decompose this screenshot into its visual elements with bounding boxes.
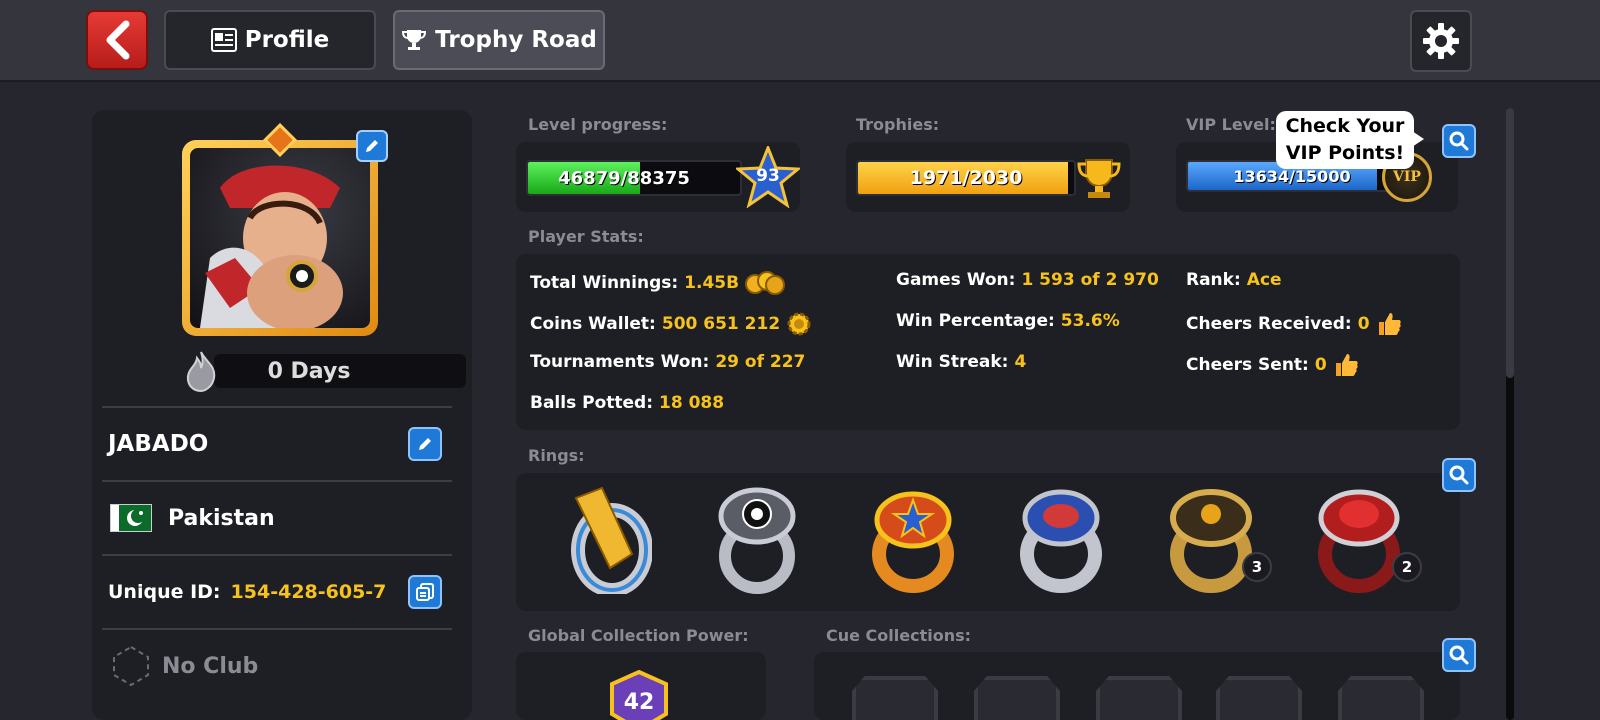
thumbs-up-icon	[1335, 354, 1358, 376]
avatar-image	[190, 148, 370, 328]
flame-icon	[186, 351, 216, 392]
player-stats-label: Player Stats:	[528, 227, 644, 246]
pencil-icon	[366, 140, 378, 152]
country-name: Pakistan	[168, 505, 275, 531]
settings-button[interactable]	[1410, 10, 1472, 72]
champions-ring-icon[interactable]	[1166, 484, 1256, 594]
trophies-bar: 1971/2030	[856, 160, 1076, 196]
avatar[interactable]	[182, 140, 378, 336]
ring-count-badge: 2	[1392, 552, 1422, 582]
username: JABADO	[108, 431, 209, 457]
magnifier-icon	[1449, 645, 1469, 665]
trophy-icon	[402, 30, 427, 50]
copy-icon	[416, 583, 434, 601]
stat-cheers-sent: Cheers Sent: 0	[1186, 352, 1359, 378]
tab-trophy-road-label: Trophy Road	[435, 27, 597, 53]
club-placeholder-icon	[113, 645, 149, 687]
stat-win-streak: Win Streak: 4	[896, 352, 1027, 372]
toronto-ring-icon[interactable]	[1016, 484, 1106, 594]
magnifier-icon	[1449, 131, 1469, 151]
global-collection-power-label: Global Collection Power:	[528, 626, 749, 645]
unique-id-row: Unique ID: 154-428-605-7	[102, 554, 452, 628]
collection-power-value: 42	[623, 690, 655, 715]
club-name: No Club	[162, 653, 259, 679]
edit-avatar-button[interactable]	[356, 130, 388, 162]
cue-collection-slot[interactable]	[974, 676, 1060, 720]
coin-icon	[787, 312, 811, 336]
collection-power-badge: 42	[608, 670, 670, 720]
level-number: 93	[756, 166, 780, 186]
vip-search-button[interactable]	[1442, 124, 1476, 158]
level-progress-label: Level progress:	[528, 115, 668, 134]
top-bar: Profile Trophy Road	[0, 0, 1600, 82]
legend-ring-icon[interactable]	[868, 484, 958, 594]
coin-stack-icon	[745, 271, 786, 295]
cue-collection-slot[interactable]	[1096, 676, 1182, 720]
level-progress-bar: 46879/88375	[526, 160, 742, 196]
copy-id-button[interactable]	[408, 575, 442, 609]
unique-id-value: 154-428-605-7	[230, 581, 387, 603]
cue-collection-slot[interactable]	[852, 676, 938, 720]
stat-games-won: Games Won: 1 593 of 2 970	[896, 270, 1159, 290]
stat-cheers-received: Cheers Received: 0	[1186, 311, 1402, 337]
login-streak: 0 Days	[184, 351, 466, 392]
cue-collection-slot[interactable]	[1216, 676, 1302, 720]
tab-profile-label: Profile	[244, 27, 330, 53]
username-row: JABADO	[102, 406, 452, 480]
edit-username-button[interactable]	[408, 427, 442, 461]
thumbs-up-icon	[1378, 313, 1401, 335]
master-ring-icon[interactable]	[712, 484, 802, 594]
winstreak-ring-icon[interactable]	[562, 484, 653, 597]
profile-panel: 0 Days JABADO Pakistan Unique ID: 154-42…	[92, 110, 472, 720]
cue-collection-slot[interactable]	[1338, 676, 1424, 720]
tab-profile[interactable]: Profile	[164, 10, 376, 70]
gear-icon	[1423, 23, 1459, 59]
vip-points-tooltip[interactable]: Check Your VIP Points!	[1276, 111, 1424, 169]
tab-trophy-road[interactable]: Trophy Road	[393, 10, 605, 70]
level-progress-text: 46879/88375	[558, 167, 690, 189]
stat-balls-potted: Balls Potted: 18 088	[530, 393, 725, 413]
unique-id-label: Unique ID:	[108, 581, 221, 603]
rings-search-button[interactable]	[1442, 458, 1476, 492]
stat-rank: Rank: Ace	[1186, 270, 1282, 290]
trophies-label: Trophies:	[856, 115, 940, 134]
pakistan-flag-icon	[110, 504, 152, 532]
trophies-text: 1971/2030	[909, 167, 1023, 189]
stat-tournaments-won: Tournaments Won: 29 of 227	[530, 352, 806, 372]
cue-collections-label: Cue Collections:	[826, 626, 972, 645]
level-star-badge: 93	[734, 143, 802, 209]
stat-total-winnings: Total Winnings: 1.45B	[530, 270, 786, 296]
stat-coins-wallet: Coins Wallet: 500 651 212	[530, 311, 812, 337]
back-button[interactable]	[86, 10, 148, 70]
vip-level-label: VIP Level:	[1186, 115, 1276, 134]
streak-days: 0 Days	[267, 358, 351, 384]
profile-card-icon	[210, 28, 237, 52]
country-row: Pakistan	[102, 480, 452, 554]
trophy-icon	[1077, 159, 1121, 198]
chevron-left-icon	[106, 20, 130, 60]
stat-win-percentage: Win Percentage: 53.6%	[896, 311, 1120, 331]
scrollbar[interactable]	[1506, 108, 1514, 720]
veteran-ring-icon[interactable]	[1314, 484, 1404, 594]
club-row[interactable]: No Club	[102, 628, 452, 702]
scrollbar-thumb[interactable]	[1506, 108, 1514, 378]
rings-label: Rings:	[528, 446, 585, 465]
pencil-icon	[419, 438, 431, 450]
cue-collections-search-button[interactable]	[1442, 638, 1476, 672]
ring-count-badge: 3	[1242, 552, 1272, 582]
magnifier-icon	[1449, 465, 1469, 485]
